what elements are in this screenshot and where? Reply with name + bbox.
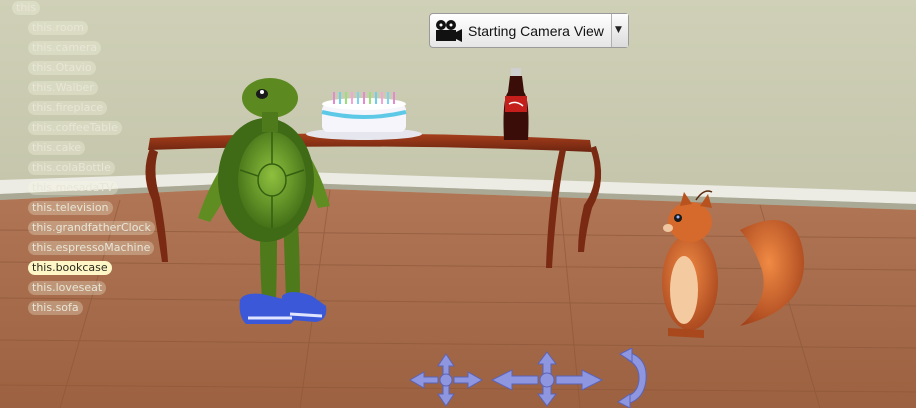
tree-item-grandfather-clock[interactable]: this.grandfatherClock xyxy=(28,221,155,235)
turn-arrows-icon[interactable] xyxy=(490,350,604,408)
camera-view-dropdown[interactable]: Starting Camera View ▼ xyxy=(429,13,629,48)
tree-item-espresso-machine[interactable]: this.espressoMachine xyxy=(28,241,155,255)
tree-item-otavio[interactable]: this.Otavio xyxy=(28,61,96,75)
tree-item-camera[interactable]: this.camera xyxy=(28,41,102,55)
tree-item-coffee-table[interactable]: this.coffeeTable xyxy=(28,121,122,135)
tree-item-cola-bottle[interactable]: this.colaBottle xyxy=(28,161,115,175)
dropdown-arrow-icon: ▼ xyxy=(615,25,622,35)
rotate-arrow-icon[interactable] xyxy=(614,348,650,408)
four-way-move-arrows-icon[interactable] xyxy=(408,350,484,408)
tree-item-cake[interactable]: this.cake xyxy=(28,141,86,155)
tree-item-room[interactable]: this.room xyxy=(28,21,89,35)
tree-item-walber[interactable]: this.Walber xyxy=(28,81,98,95)
tree-item-mesada-tv[interactable]: this.mesadaTV xyxy=(28,181,118,195)
tree-item-sofa[interactable]: this.sofa xyxy=(28,301,83,315)
tree-item-loveseat[interactable]: this.loveseat xyxy=(28,281,107,295)
tree-item-bookcase[interactable]: this.bookcase xyxy=(28,261,112,275)
dropdown-toggle[interactable]: ▼ xyxy=(611,14,628,47)
movie-camera-icon xyxy=(436,20,462,42)
tree-item-fireplace[interactable]: this.fireplace xyxy=(28,101,108,115)
camera-view-label: Starting Camera View xyxy=(468,23,604,39)
tree-item-television[interactable]: this.television xyxy=(28,201,113,215)
3d-scene-viewport[interactable] xyxy=(0,0,916,408)
tree-root-this[interactable]: this xyxy=(12,1,41,15)
